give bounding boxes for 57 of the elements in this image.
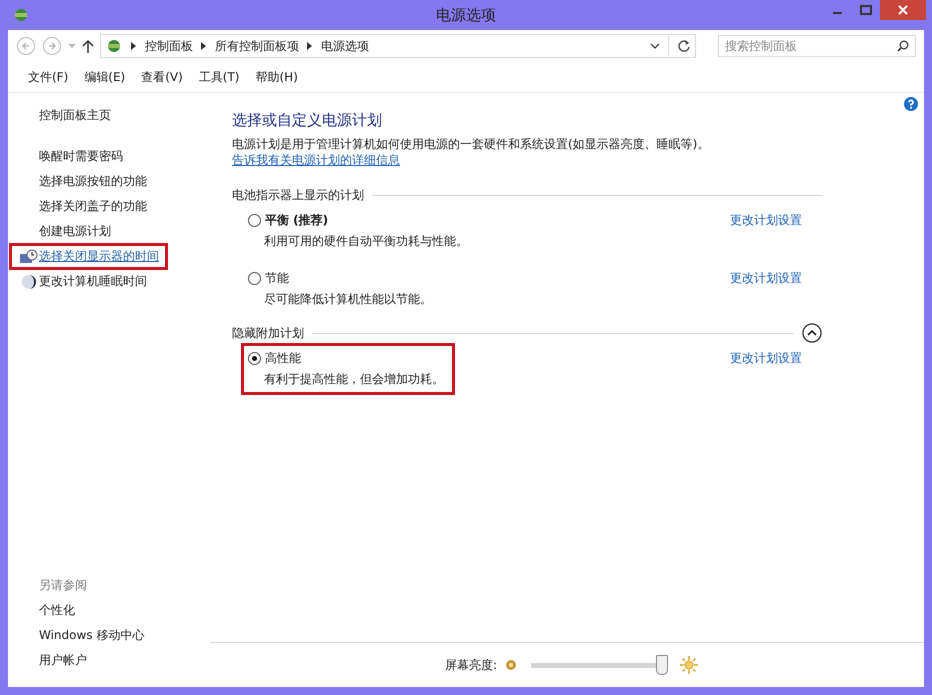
plan-description: 有利于提高性能，但会增加功耗。 <box>263 371 444 388</box>
sidebar-link[interactable]: 控制面板主页 <box>39 107 111 124</box>
menu-item[interactable]: 查看(V) <box>141 68 183 86</box>
help-icon[interactable] <box>904 97 918 111</box>
close-button[interactable] <box>880 0 926 20</box>
change-plan-link[interactable]: 更改计划设置 <box>730 350 802 367</box>
breadcrumb[interactable]: 控制面板 <box>145 38 193 54</box>
menu-item[interactable]: 工具(T) <box>198 68 240 86</box>
brightness-label: 屏幕亮度: <box>445 656 498 674</box>
sidebar-link[interactable]: 唤醒时需要密码 <box>15 144 123 169</box>
close-icon <box>898 5 908 15</box>
change-plan-link[interactable]: 更改计划设置 <box>730 270 802 287</box>
search-icon[interactable] <box>897 40 909 52</box>
plan-description: 利用可用的硬件自动平衡功耗与性能。 <box>263 233 468 250</box>
breadcrumb-arrow-icon[interactable] <box>307 42 313 50</box>
dropdown-caret-icon[interactable] <box>650 43 660 49</box>
maximize-icon[interactable] <box>860 5 872 15</box>
monitor-clock-icon <box>20 248 38 264</box>
refresh-icon[interactable] <box>677 39 691 53</box>
menu-item[interactable]: 帮助(H) <box>256 68 298 86</box>
bright-sun-icon <box>680 656 698 674</box>
moon-icon <box>21 274 37 290</box>
address-field[interactable]: 控制面板 所有控制面板项 电源选项 <box>100 34 696 58</box>
slider-thumb[interactable] <box>656 655 668 675</box>
plan-description: 尽可能降低计算机性能以节能。 <box>263 291 432 308</box>
see-also-link[interactable]: Windows 移动中心 <box>39 623 144 648</box>
breadcrumb[interactable]: 电源选项 <box>321 38 369 54</box>
page-heading: 选择或自定义电源计划 <box>232 111 382 130</box>
see-also-link[interactable]: 用户帐户 <box>39 648 87 673</box>
collapse-icon[interactable] <box>802 323 822 343</box>
sidebar-link[interactable]: 更改计算机睡眠时间 <box>15 269 147 294</box>
app-icon <box>12 7 30 23</box>
plan-radio[interactable]: 节能 <box>248 270 432 287</box>
up-arrow-icon[interactable] <box>82 39 94 53</box>
sidebar-link[interactable]: 选择关闭盖子的功能 <box>15 194 147 219</box>
see-also-heading: 另请参阅 <box>39 577 87 594</box>
plan-radio[interactable]: 平衡 (推荐) <box>248 212 468 229</box>
search-placeholder: 搜索控制面板 <box>725 38 797 54</box>
search-field[interactable]: 搜索控制面板 <box>718 35 916 57</box>
menu-item[interactable]: 文件(F) <box>28 68 68 86</box>
dim-sun-icon <box>505 659 518 671</box>
window-title: 电源选项 <box>435 6 497 24</box>
sidebar-link[interactable]: 创建电源计划 <box>15 219 111 244</box>
sidebar-link[interactable]: 选择关闭显示器的时间 <box>10 244 167 269</box>
sidebar-link[interactable]: 选择电源按钮的功能 <box>15 169 147 194</box>
breadcrumb[interactable]: 所有控制面板项 <box>215 38 299 54</box>
group-heading: 隐藏附加计划 <box>232 324 304 342</box>
plan-radio[interactable]: 高性能 <box>248 350 444 367</box>
menu-item[interactable]: 编辑(E) <box>84 68 126 86</box>
change-plan-link[interactable]: 更改计划设置 <box>730 212 802 229</box>
breadcrumb-arrow-icon[interactable] <box>131 42 137 50</box>
description-text: 电源计划是用于管理计算机如何使用电源的一套硬件和系统设置(如显示器亮度、睡眠等)。 告诉我有关电源计划的详细信息 <box>232 136 710 168</box>
control-panel-icon <box>105 38 123 54</box>
group-heading: 电池指示器上显示的计划 <box>232 186 364 204</box>
see-also-link[interactable]: 个性化 <box>39 598 75 623</box>
breadcrumb-arrow-icon[interactable] <box>201 42 207 50</box>
details-link[interactable]: 告诉我有关电源计划的详细信息 <box>232 153 400 167</box>
